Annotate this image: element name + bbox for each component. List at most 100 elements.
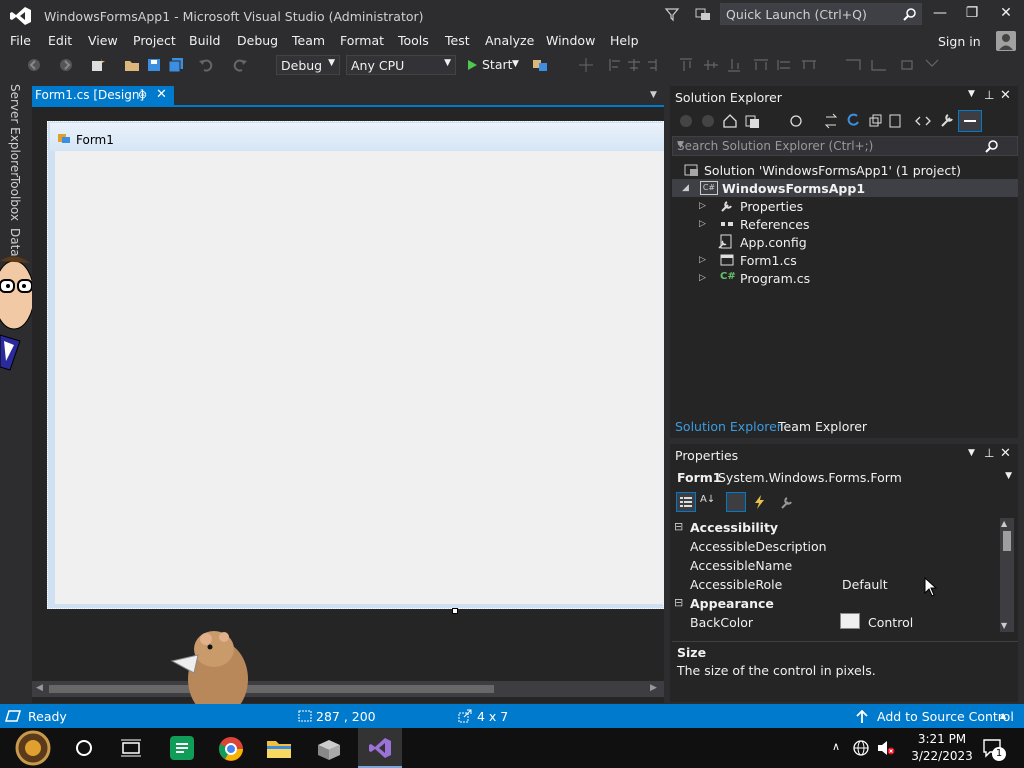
tree-item-program-cs[interactable]: Program.cs [740,271,810,286]
search-cortana-icon[interactable] [74,738,94,758]
package-app-icon[interactable] [316,737,342,761]
pin-icon[interactable]: ⊛ [138,88,147,101]
output-window-icon[interactable] [5,710,21,722]
collapse-category-icon[interactable]: ⊟ [674,596,683,609]
object-selector-dropdown[interactable]: Form1 System.Windows.Forms.Form ▼ [672,467,1018,487]
menu-project[interactable]: Project [133,33,176,48]
category-accessibility[interactable]: Accessibility [690,520,778,535]
navigate-forward-icon[interactable] [58,57,74,73]
prop-back-color-value[interactable]: Control [868,615,913,630]
menu-help[interactable]: Help [610,33,639,48]
account-avatar-icon[interactable] [996,31,1016,51]
form-caption-bar[interactable]: Form1 [50,123,664,151]
menu-build[interactable]: Build [189,33,220,48]
prop-accessible-description[interactable]: AccessibleDescription [690,539,827,554]
live-share-icon[interactable] [694,6,712,22]
pin-icon[interactable]: ⊥ [984,88,994,102]
resize-handle[interactable] [452,608,458,614]
menu-test[interactable]: Test [445,33,470,48]
visual-studio-taskbar-button[interactable] [358,728,402,768]
action-center-icon[interactable]: 1 [982,737,1006,761]
properties-view-icon[interactable] [726,492,746,512]
close-icon[interactable]: ✕ [1000,88,1011,103]
navigate-back-icon[interactable] [26,57,42,73]
menu-view[interactable]: View [88,33,118,48]
minimize-button[interactable]: — [930,5,950,23]
tree-project[interactable]: WindowsFormsApp1 [722,181,865,196]
server-explorer-tab[interactable]: Server Explorer [8,84,22,177]
prop-accessible-role-value[interactable]: Default [842,577,888,592]
properties-toggle-button[interactable] [958,110,982,132]
restore-button[interactable]: ❐ [962,5,982,23]
collapsed-triangle-icon[interactable]: ▷ [699,219,706,229]
category-appearance[interactable]: Appearance [690,596,774,611]
network-globe-icon[interactable] [852,739,870,757]
solution-explorer-search-input[interactable]: Search Solution Explorer (Ctrl+;) ▼ [672,136,1018,156]
menu-format[interactable]: Format [340,33,384,48]
undo-icon[interactable] [198,57,214,73]
tab-form1-design[interactable]: Form1.cs [Design] ⊛ ✕ [32,86,174,105]
toolbar-extension-icon[interactable] [532,57,548,73]
quick-launch-input[interactable]: Quick Launch (Ctrl+Q) [720,3,922,25]
tab-team-explorer[interactable]: Team Explorer [778,419,867,434]
close-button[interactable]: ✕ [996,5,1016,23]
menu-tools[interactable]: Tools [398,33,429,48]
panel-menu-chevron-down-icon[interactable]: ▼ [968,448,975,458]
tree-item-app-config[interactable]: App.config [740,235,807,250]
events-lightning-icon[interactable] [752,494,768,510]
open-folder-icon[interactable] [124,57,140,73]
tab-solution-explorer[interactable]: Solution Explorer [675,419,782,434]
chevron-up-icon[interactable]: ▲ [1000,711,1006,720]
tree-solution[interactable]: Solution 'WindowsFormsApp1' (1 project) [704,163,961,178]
file-explorer-icon[interactable] [266,737,292,759]
prop-back-color[interactable]: BackColor [690,615,753,630]
task-view-icon[interactable] [120,738,142,758]
panel-menu-chevron-down-icon[interactable]: ▼ [968,89,975,99]
sign-in-link[interactable]: Sign in [938,34,981,49]
collapsed-triangle-icon[interactable]: ▷ [699,255,706,265]
tab-overflow-chevron-down-icon[interactable]: ▼ [650,90,657,100]
tree-item-form1-cs[interactable]: Form1.cs [740,253,797,268]
alphabetical-icon[interactable]: A↓ [700,494,715,505]
feedback-filter-icon[interactable] [664,6,680,22]
menu-file[interactable]: File [10,33,31,48]
close-icon[interactable]: ✕ [156,87,167,102]
start-debugging-button[interactable]: Start ▼ [464,56,524,74]
add-to-source-control-button[interactable]: Add to Source Control [877,709,1014,724]
toolbox-tab[interactable]: Toolbox [8,176,22,221]
scrollbar-thumb[interactable] [1003,531,1011,551]
form-client-area[interactable] [55,151,664,604]
redo-icon[interactable] [232,57,248,73]
start-menu-icon[interactable] [12,730,54,766]
menu-window[interactable]: Window [546,33,595,48]
tree-item-references[interactable]: References [740,217,809,232]
taskbar-clock[interactable]: 3:21 PM 3/22/2023 [902,731,982,765]
save-icon[interactable] [146,57,162,73]
close-icon[interactable]: ✕ [1000,446,1011,461]
prop-accessible-role[interactable]: AccessibleRole [690,577,782,592]
collapsed-triangle-icon[interactable]: ▷ [699,201,706,211]
collapsed-triangle-icon[interactable]: ▷ [699,273,706,283]
solution-configuration-dropdown[interactable]: Debug ▼ [276,55,340,75]
chrome-icon[interactable] [218,736,244,762]
solution-platform-dropdown[interactable]: Any CPU ▼ [346,55,456,75]
expanded-triangle-icon[interactable]: ◢ [682,183,689,193]
prop-accessible-name[interactable]: AccessibleName [690,558,792,573]
scroll-up-icon[interactable]: ▲ [1001,519,1007,528]
scroll-down-icon[interactable]: ▼ [1001,621,1007,630]
pin-icon[interactable]: ⊥ [984,446,994,460]
scroll-left-icon[interactable]: ◀ [36,683,43,693]
property-pages-icon[interactable] [780,494,796,510]
system-tray-chevron-up-icon[interactable]: ∧ [832,740,840,753]
save-all-icon[interactable] [168,57,184,73]
data-sources-tab[interactable]: Data [8,228,22,257]
speaker-muted-icon[interactable] [876,739,896,757]
menu-debug[interactable]: Debug [237,33,278,48]
menu-analyze[interactable]: Analyze [485,33,534,48]
new-project-icon[interactable] [90,57,106,73]
scrollbar-thumb[interactable] [49,685,494,693]
scroll-right-icon[interactable]: ▶ [650,683,657,693]
menu-edit[interactable]: Edit [48,33,72,48]
sheets-app-icon[interactable] [170,736,194,760]
align-to-grid-icon[interactable] [578,57,594,73]
